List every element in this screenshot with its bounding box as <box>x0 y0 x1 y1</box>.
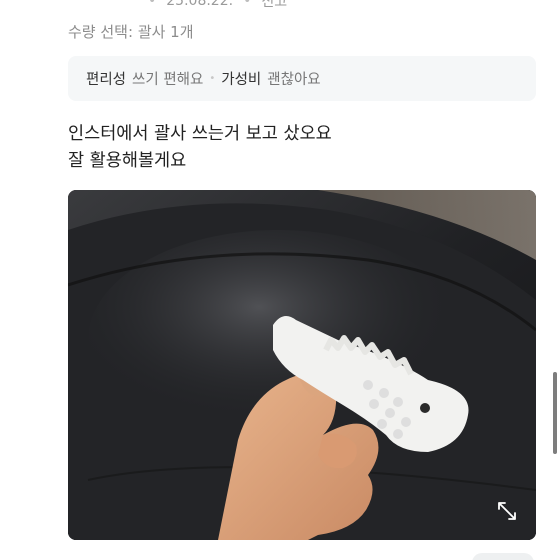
separator-dot: • <box>243 0 252 9</box>
option-value: 괄사 1개 <box>137 23 194 41</box>
separator-dot: • <box>148 0 157 9</box>
review-card: • 25.08.22. • 신고 수량 선택: 괄사 1개 편리성 쓰기 편해요… <box>0 0 560 560</box>
attribute-value: 괜찮아요 <box>267 72 321 88</box>
review-photo[interactable] <box>68 190 536 540</box>
bottom-chip[interactable] <box>472 553 534 560</box>
attribute-separator: • <box>209 73 216 84</box>
option-label: 수량 선택: <box>68 23 134 41</box>
attribute-name: 편리성 <box>86 72 127 88</box>
review-date: 25.08.22. <box>166 0 234 9</box>
attribute-summary: 편리성 쓰기 편해요 • 가성비 괜찮아요 <box>68 56 536 101</box>
attribute-value: 쓰기 편해요 <box>132 72 204 88</box>
review-text-line: 인스터에서 괄사 쓰는거 보고 샀오요 <box>68 124 332 144</box>
review-text-line: 잘 활용해볼게요 <box>68 151 187 171</box>
review-meta: • 25.08.22. • 신고 <box>148 0 287 11</box>
review-body: 인스터에서 괄사 쓰는거 보고 샀오요 잘 활용해볼게요 <box>68 121 332 175</box>
attribute-name: 가성비 <box>221 72 262 88</box>
report-link[interactable]: 신고 <box>261 0 287 11</box>
scrollbar-thumb[interactable] <box>553 372 557 454</box>
photo-illustration <box>68 190 536 540</box>
purchase-option: 수량 선택: 괄사 1개 <box>68 21 194 42</box>
expand-arrows-icon[interactable] <box>496 500 518 522</box>
